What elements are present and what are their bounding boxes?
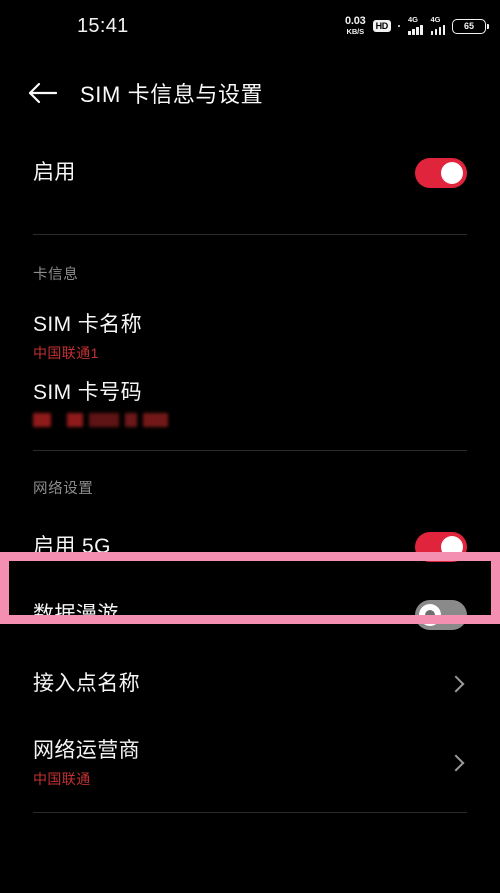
row-sim-name-label: SIM 卡名称: [33, 313, 142, 336]
app-bar: SIM 卡信息与设置: [0, 52, 500, 134]
status-bar-icons: 0.03 KB/S HD 4G 4G 65: [345, 14, 489, 38]
row-apn-label: 接入点名称: [33, 671, 140, 695]
row-data-roaming-text: 数据漫游: [33, 602, 119, 628]
network-speed-unit: KB/S: [346, 27, 365, 37]
arrow-left-icon: [27, 80, 57, 106]
enable-sim-toggle[interactable]: [415, 158, 467, 188]
battery-icon: 65: [452, 18, 489, 34]
toggle-knob: [441, 536, 463, 558]
battery-level-label: 65: [463, 20, 474, 31]
status-bar: 15:41 0.03 KB/S HD 4G 4G 65: [0, 0, 500, 52]
divider-after-card-info: [33, 450, 467, 451]
row-sim-name-value: 中国联通1: [33, 345, 99, 362]
sim1-signal-icon: 4G: [407, 15, 423, 35]
row-apn[interactable]: 接入点名称: [0, 648, 500, 720]
row-sim-name-text: SIM 卡名称 中国联通1: [33, 312, 142, 362]
section-header-network: 网络设置: [33, 481, 94, 497]
divider-after-carrier: [33, 812, 467, 813]
network-speed-indicator: 0.03 KB/S: [345, 16, 366, 36]
row-data-roaming-label: 数据漫游: [33, 602, 119, 626]
chevron-right-icon[interactable]: [445, 673, 467, 695]
sim2-signal-icon: 4G: [430, 15, 445, 35]
toggle-knob: [419, 604, 441, 626]
row-enable-sim[interactable]: 启用: [0, 134, 500, 212]
row-carrier-value: 中国联通: [33, 771, 91, 788]
sim1-network-type-label: 4G: [408, 15, 419, 24]
sim1-signal-bars: [408, 25, 423, 35]
row-apn-text: 接入点名称: [33, 671, 140, 697]
row-sim-number-value-redacted: [33, 412, 174, 428]
row-carrier-text: 网络运营商 中国联通: [33, 738, 140, 788]
row-sim-number-label: SIM 卡号码: [33, 381, 142, 404]
status-bar-clock: 15:41: [77, 15, 129, 37]
page-title: SIM 卡信息与设置: [80, 82, 264, 107]
sim2-signal-bars: [430, 25, 445, 35]
row-sim-number[interactable]: SIM 卡号码: [0, 370, 500, 448]
sim2-network-type-label: 4G: [430, 15, 441, 24]
row-sim-name[interactable]: SIM 卡名称 中国联通1: [0, 284, 500, 370]
row-sim-number-text: SIM 卡号码: [33, 380, 174, 428]
data-roaming-toggle[interactable]: [415, 600, 467, 630]
enable-5g-toggle[interactable]: [415, 532, 467, 562]
chevron-right-icon[interactable]: [445, 752, 467, 774]
status-separator-dot: [398, 25, 400, 27]
hd-voice-icon: HD: [372, 20, 391, 32]
network-speed-value: 0.03: [344, 15, 366, 28]
row-enable-5g-label: 启用 5G: [33, 534, 111, 558]
toggle-knob: [441, 162, 463, 184]
row-enable-sim-label: 启用: [33, 160, 76, 184]
row-enable-5g[interactable]: 启用 5G: [0, 512, 500, 582]
divider-after-enable: [33, 234, 467, 235]
back-button[interactable]: [14, 65, 70, 121]
row-carrier-label: 网络运营商: [33, 738, 140, 762]
section-header-card-info: 卡信息: [33, 267, 79, 283]
row-data-roaming[interactable]: 数据漫游: [0, 582, 500, 648]
row-enable-5g-text: 启用 5G: [33, 534, 111, 560]
row-carrier[interactable]: 网络运营商 中国联通: [0, 720, 500, 806]
row-enable-sim-text: 启用: [33, 160, 76, 186]
settings-list: 启用 卡信息 SIM 卡名称 中国联通1 SIM 卡号码 网络设置 启用 5G: [0, 134, 500, 813]
